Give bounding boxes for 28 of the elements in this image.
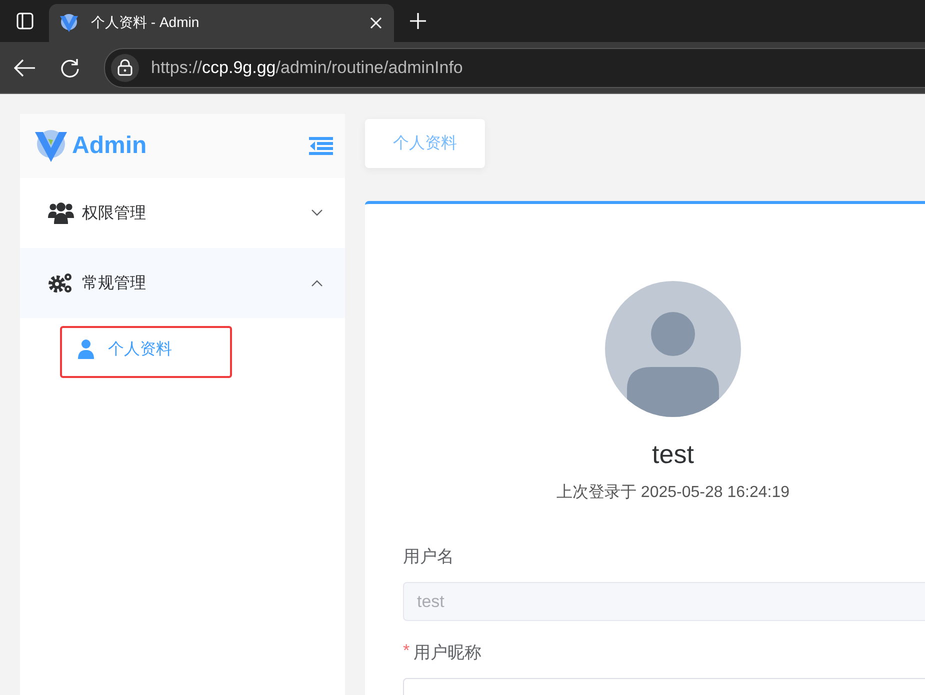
user-name: test [652, 439, 694, 470]
browser-tab[interactable]: 个人资料 - Admin [49, 4, 394, 42]
user-icon [78, 339, 94, 359]
menu-label: 权限管理 [82, 204, 146, 224]
gears-icon [48, 272, 74, 294]
last-login-text: 上次登录于 2025-05-28 16:24:19 [556, 482, 790, 503]
menu-label: 常规管理 [82, 274, 146, 294]
reload-icon[interactable] [60, 58, 80, 78]
lock-icon[interactable] [117, 59, 133, 76]
close-icon[interactable] [370, 17, 382, 29]
url-text: https://ccp.9g.gg/admin/routine/adminInfo [151, 58, 463, 78]
v-logo-icon [59, 13, 79, 33]
back-icon[interactable] [14, 58, 36, 76]
menu-item[interactable]: 权限管理 [20, 178, 345, 248]
tab-title: 个人资料 - Admin [91, 14, 200, 32]
required-mark: * [403, 641, 410, 662]
field-label: 用户昵称 [414, 642, 482, 664]
address-bar[interactable]: https://ccp.9g.gg/admin/routine/adminInfo [104, 48, 925, 88]
logo-text: Admin [72, 132, 147, 160]
collapse-menu-icon[interactable] [309, 137, 333, 155]
sidebar-toggle-icon[interactable] [16, 12, 34, 30]
users-icon [48, 202, 74, 224]
v-logo-icon [34, 129, 68, 163]
chevron-icon [311, 279, 323, 287]
chevron-icon [311, 209, 323, 217]
field-label: 用户名 [403, 546, 454, 568]
menu-item[interactable]: 常规管理 [20, 248, 345, 318]
new-tab-icon[interactable] [409, 12, 427, 30]
